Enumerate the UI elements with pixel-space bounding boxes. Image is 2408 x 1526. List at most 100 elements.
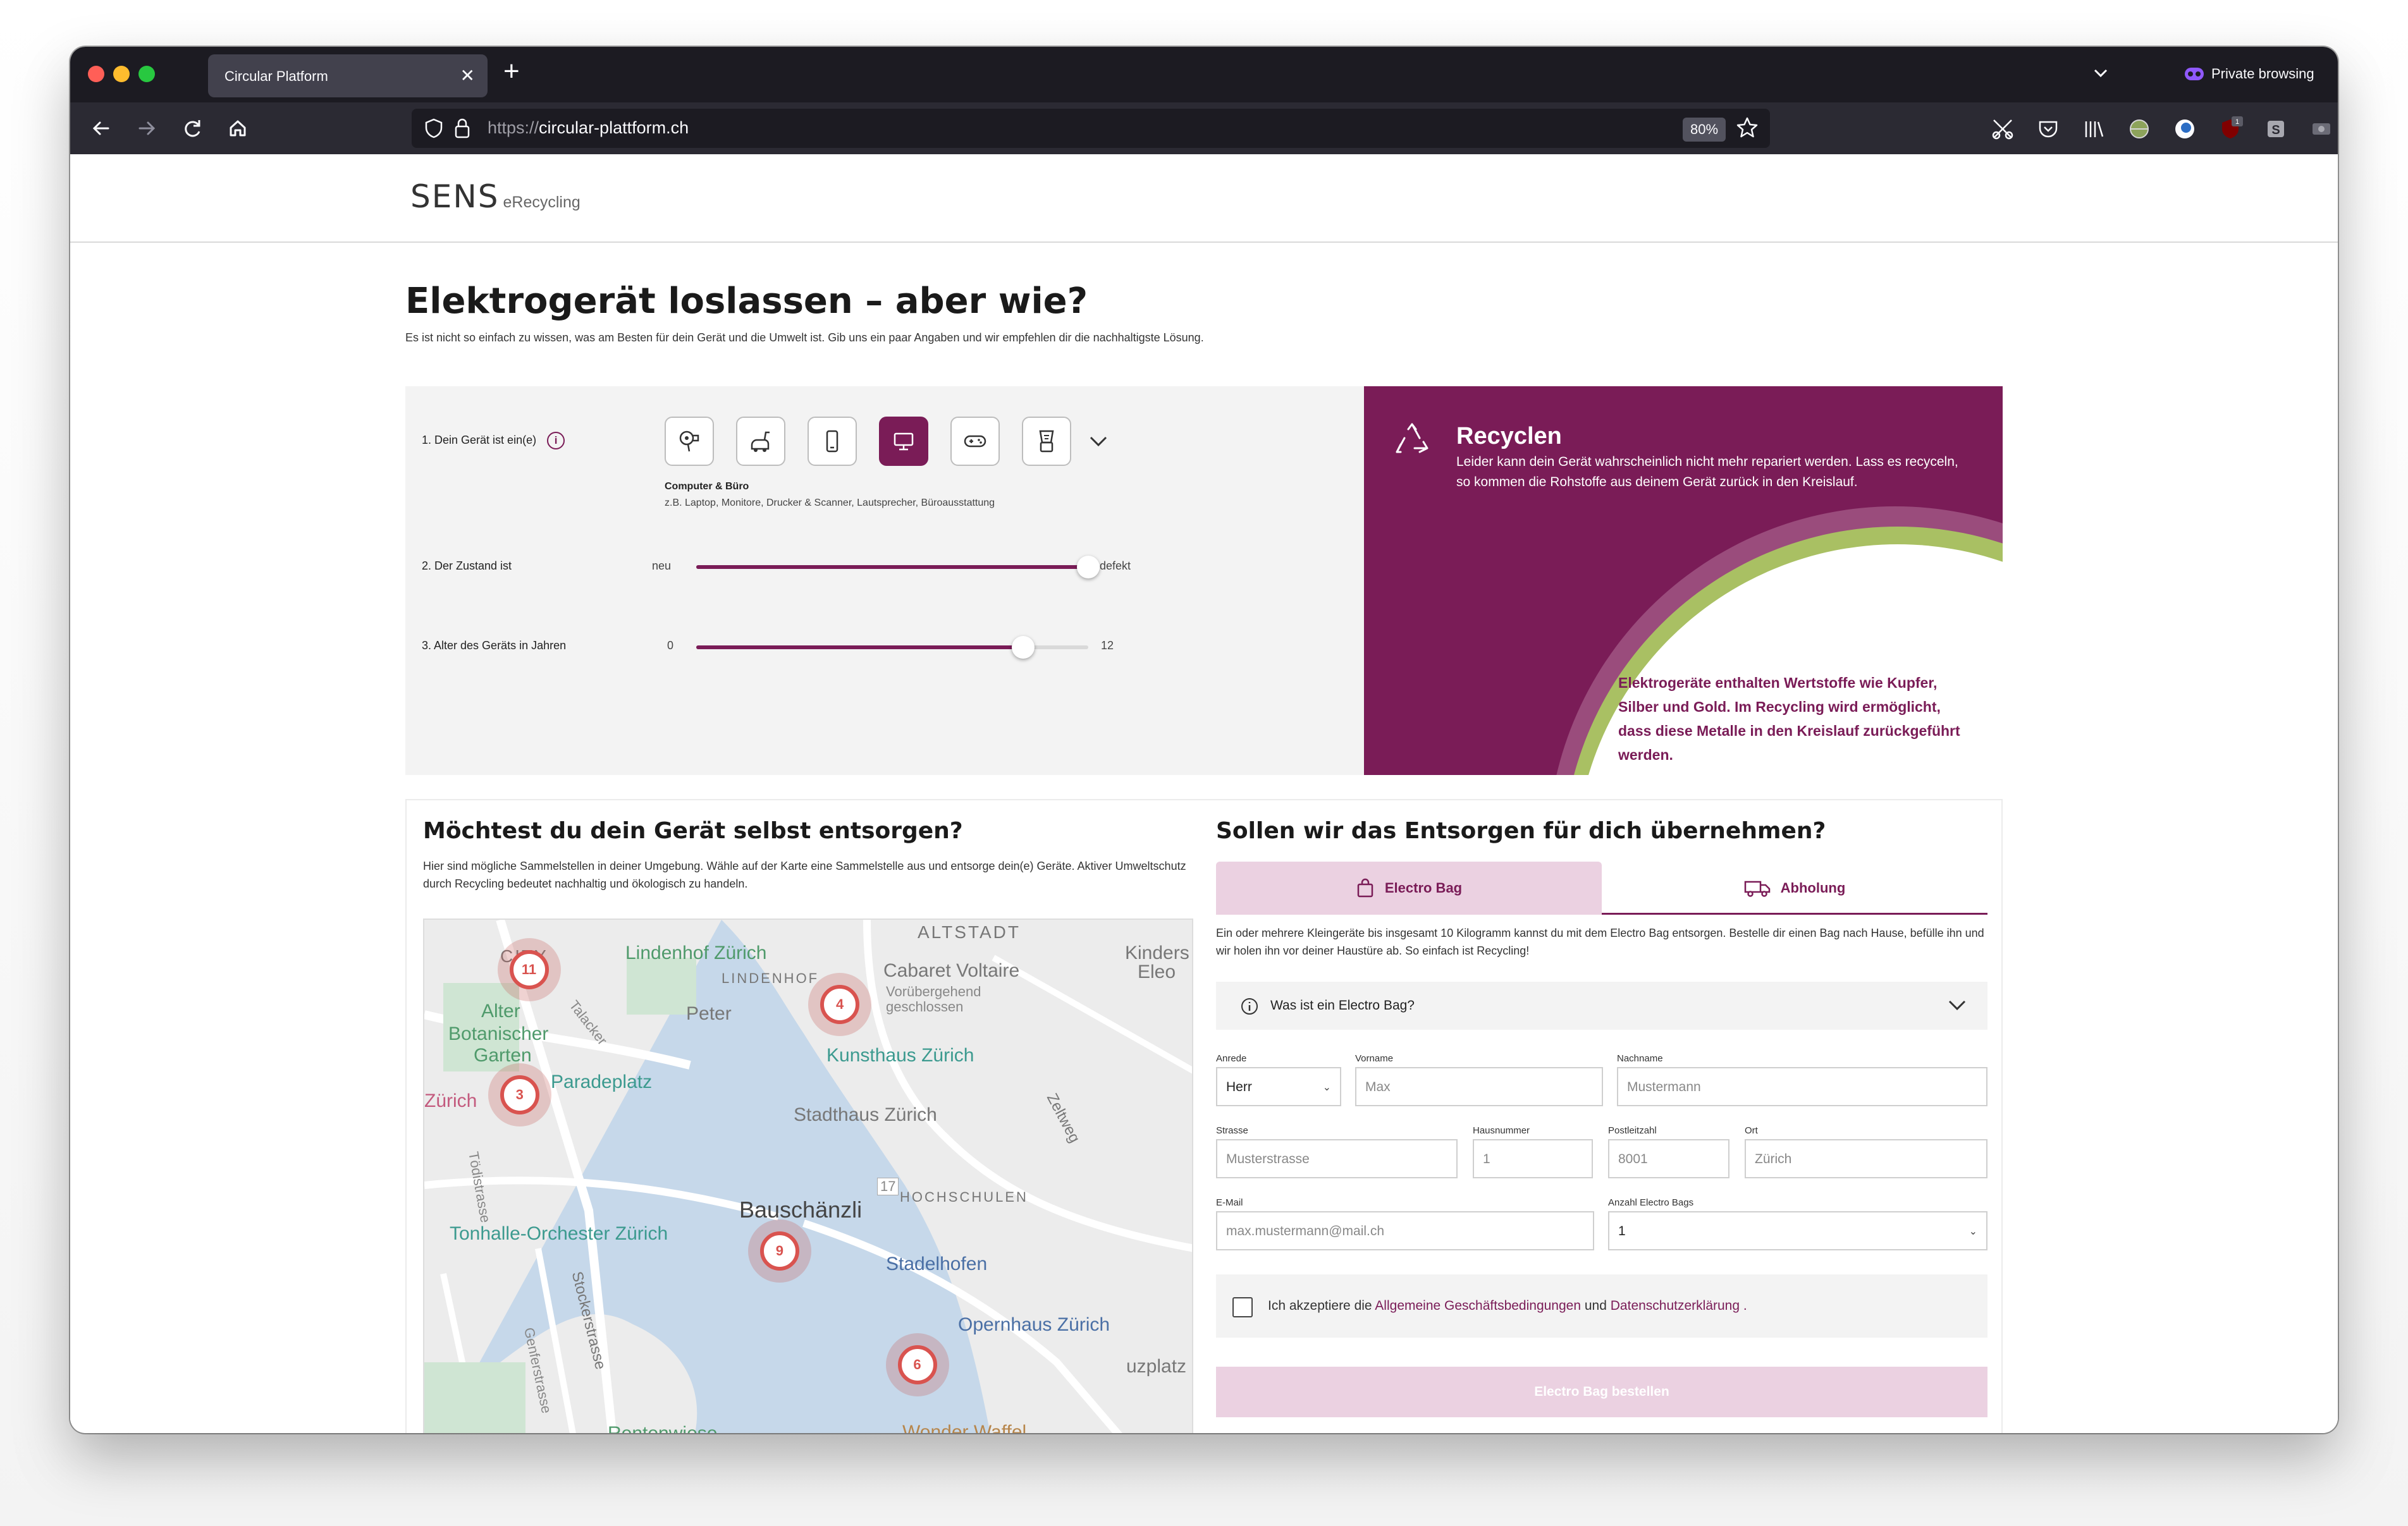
screenshot-icon[interactable] bbox=[1990, 116, 2015, 142]
map-label-tonhalle[interactable]: Tonhalle-Orchester Zürich bbox=[450, 1223, 668, 1245]
map-label-rentenwiese: Rentenwiese bbox=[608, 1423, 717, 1433]
order-electro-bag-button[interactable]: Electro Bag bestellen bbox=[1216, 1367, 1987, 1417]
map-label-eleo: Eleo bbox=[1138, 961, 1176, 982]
map-label-bauschanzli[interactable]: Bauschänzli bbox=[739, 1197, 862, 1223]
condition-label: 2. Der Zustand ist bbox=[422, 559, 512, 572]
collection-point-marker[interactable]: 4 bbox=[808, 973, 872, 1036]
zoom-level-badge[interactable]: 80% bbox=[1683, 118, 1726, 142]
map-label-opernhaus[interactable]: Opernhaus Zürich bbox=[958, 1314, 1110, 1336]
bags-count-value: 1 bbox=[1618, 1224, 1626, 1238]
new-tab-button[interactable]: + bbox=[503, 56, 520, 87]
map-label-paradeplatz[interactable]: Paradeplatz bbox=[551, 1071, 652, 1093]
electro-bag-faq-accordion[interactable]: Was ist ein Electro Bag? bbox=[1216, 982, 1987, 1030]
bags-count-select[interactable]: 1 ⌄ bbox=[1608, 1211, 1987, 1250]
device-phone-button[interactable] bbox=[808, 417, 857, 466]
collection-points-map[interactable]: CITY ALTSTADT Lindenhof Zürich LINDENHOF… bbox=[423, 919, 1193, 1433]
self-disposal-text: Hier sind mögliche Sammelstellen in dein… bbox=[423, 860, 1186, 890]
ort-input[interactable]: Zürich bbox=[1745, 1139, 1987, 1178]
device-gaming-button[interactable] bbox=[950, 417, 1000, 466]
navigation-toolbar: https://circular-plattform.ch 80% 1 S bbox=[70, 102, 2338, 154]
device-hairdryer-button[interactable] bbox=[665, 417, 714, 466]
age-min-label: 0 bbox=[667, 639, 674, 652]
recommendation-text: Leider kann dein Gerät wahrscheinlich ni… bbox=[1456, 455, 1958, 489]
map-route-badge: 17 bbox=[877, 1178, 899, 1195]
back-arrow-icon[interactable] bbox=[84, 111, 118, 145]
anrede-select[interactable]: Herr ⌄ bbox=[1216, 1067, 1341, 1106]
extension-circle-icon[interactable] bbox=[2172, 116, 2197, 142]
minimize-window-button[interactable] bbox=[113, 66, 130, 82]
nachname-label: Nachname bbox=[1617, 1053, 1663, 1064]
extension-badge-count: 1 bbox=[2235, 118, 2239, 126]
device-computer-button[interactable] bbox=[879, 417, 928, 466]
tab-electro-bag[interactable]: Electro Bag bbox=[1216, 862, 1602, 915]
reload-icon[interactable] bbox=[175, 111, 209, 145]
list-tabs-chevron-icon[interactable] bbox=[2091, 63, 2110, 85]
phone-icon bbox=[826, 430, 838, 453]
extension-s-icon[interactable]: S bbox=[2263, 116, 2288, 142]
map-label-lindenhof-zurich[interactable]: Lindenhof Zürich bbox=[625, 943, 766, 964]
private-browsing-label: Private browsing bbox=[2211, 66, 2314, 82]
forward-arrow-icon[interactable] bbox=[130, 111, 164, 145]
device-kitchen-button[interactable] bbox=[1022, 417, 1071, 466]
close-window-button[interactable] bbox=[88, 66, 104, 82]
collection-point-marker[interactable]: 6 bbox=[885, 1333, 949, 1396]
select-arrow-icon: ⌄ bbox=[1322, 1082, 1331, 1093]
lock-icon[interactable] bbox=[453, 118, 471, 143]
sens-erecycling-logo[interactable]: SENS eRecycling bbox=[410, 178, 580, 215]
maximize-window-button[interactable] bbox=[138, 66, 155, 82]
close-tab-icon[interactable]: ✕ bbox=[460, 65, 475, 86]
terms-consent-text: Ich akzeptiere die Allgemeine Geschäftsb… bbox=[1268, 1298, 1747, 1313]
browser-tab[interactable]: Circular Platform ✕ bbox=[208, 54, 488, 97]
strasse-label: Strasse bbox=[1216, 1125, 1248, 1136]
anrede-label: Anrede bbox=[1216, 1053, 1247, 1064]
home-icon[interactable] bbox=[221, 111, 255, 145]
map-label-kunsthaus[interactable]: Kunsthaus Zürich bbox=[826, 1045, 974, 1066]
nachname-input[interactable]: Mustermann bbox=[1617, 1067, 1987, 1106]
strasse-input[interactable]: Musterstrasse bbox=[1216, 1139, 1458, 1178]
device-vacuum-button[interactable] bbox=[736, 417, 785, 466]
agb-link[interactable]: Allgemeine Geschäftsbedingungen bbox=[1375, 1298, 1581, 1313]
plz-input[interactable]: 8001 bbox=[1608, 1139, 1729, 1178]
collection-point-marker[interactable]: 3 bbox=[488, 1063, 551, 1126]
condition-slider-thumb[interactable] bbox=[1077, 556, 1100, 578]
pocket-icon[interactable] bbox=[2036, 116, 2061, 142]
electro-bag-description: Ein oder mehrere Kleingeräte bis insgesa… bbox=[1216, 927, 1984, 957]
map-label-alter: Alter bbox=[481, 1001, 520, 1022]
email-input[interactable]: max.mustermann@mail.ch bbox=[1216, 1211, 1594, 1250]
library-icon[interactable] bbox=[2081, 116, 2106, 142]
privacy-link[interactable]: Datenschutzerklärung bbox=[1611, 1298, 1740, 1313]
info-icon[interactable]: i bbox=[547, 432, 565, 449]
age-slider[interactable] bbox=[696, 636, 1088, 659]
tab-strip: Circular Platform ✕ + Private browsing bbox=[70, 47, 2338, 102]
extension-card-icon[interactable] bbox=[2309, 116, 2334, 142]
more-devices-chevron-icon[interactable] bbox=[1087, 432, 1110, 454]
extension-globe-icon[interactable] bbox=[2127, 116, 2152, 142]
hausnummer-input[interactable]: 1 bbox=[1473, 1139, 1593, 1178]
gamepad-icon bbox=[964, 435, 986, 448]
logo-subtitle: eRecycling bbox=[503, 193, 580, 211]
tab-abholung[interactable]: Abholung bbox=[1602, 862, 1987, 915]
collection-point-marker[interactable]: 11 bbox=[497, 937, 561, 1001]
map-label-wonderwaffel[interactable]: Wonder Waffel bbox=[902, 1422, 1026, 1433]
tracking-protection-shield-icon[interactable] bbox=[424, 118, 443, 143]
ort-label: Ort bbox=[1745, 1125, 1758, 1136]
map-label-botanischer: Botanischer bbox=[448, 1023, 549, 1044]
collection-point-marker[interactable]: 9 bbox=[747, 1219, 811, 1283]
vorname-input[interactable]: Max bbox=[1355, 1067, 1603, 1106]
bookmark-star-icon[interactable] bbox=[1735, 115, 1760, 146]
condition-slider[interactable] bbox=[696, 556, 1100, 578]
extension-ublock-icon[interactable]: 1 bbox=[2218, 116, 2243, 142]
map-label-stadelhofen[interactable]: Stadelhofen bbox=[886, 1254, 987, 1275]
url-text[interactable]: https://circular-plattform.ch bbox=[488, 118, 689, 138]
svg-text:S: S bbox=[2271, 123, 2280, 137]
url-bar[interactable]: https://circular-plattform.ch 80% bbox=[412, 109, 1770, 148]
info-circle-icon bbox=[1240, 997, 1259, 1019]
self-disposal-title: Möchtest du dein Gerät selbst entsorgen? bbox=[423, 818, 963, 844]
accordion-chevron-icon bbox=[1946, 996, 1969, 1018]
map-label-stadthaus[interactable]: Stadthaus Zürich bbox=[794, 1104, 937, 1126]
blender-icon bbox=[1039, 430, 1054, 453]
age-slider-thumb[interactable] bbox=[1011, 636, 1035, 659]
service-tabs: Electro Bag Abholung bbox=[1216, 862, 1987, 915]
terms-checkbox[interactable] bbox=[1232, 1297, 1253, 1317]
map-label-cabaret[interactable]: Cabaret Voltaire bbox=[883, 960, 1019, 982]
